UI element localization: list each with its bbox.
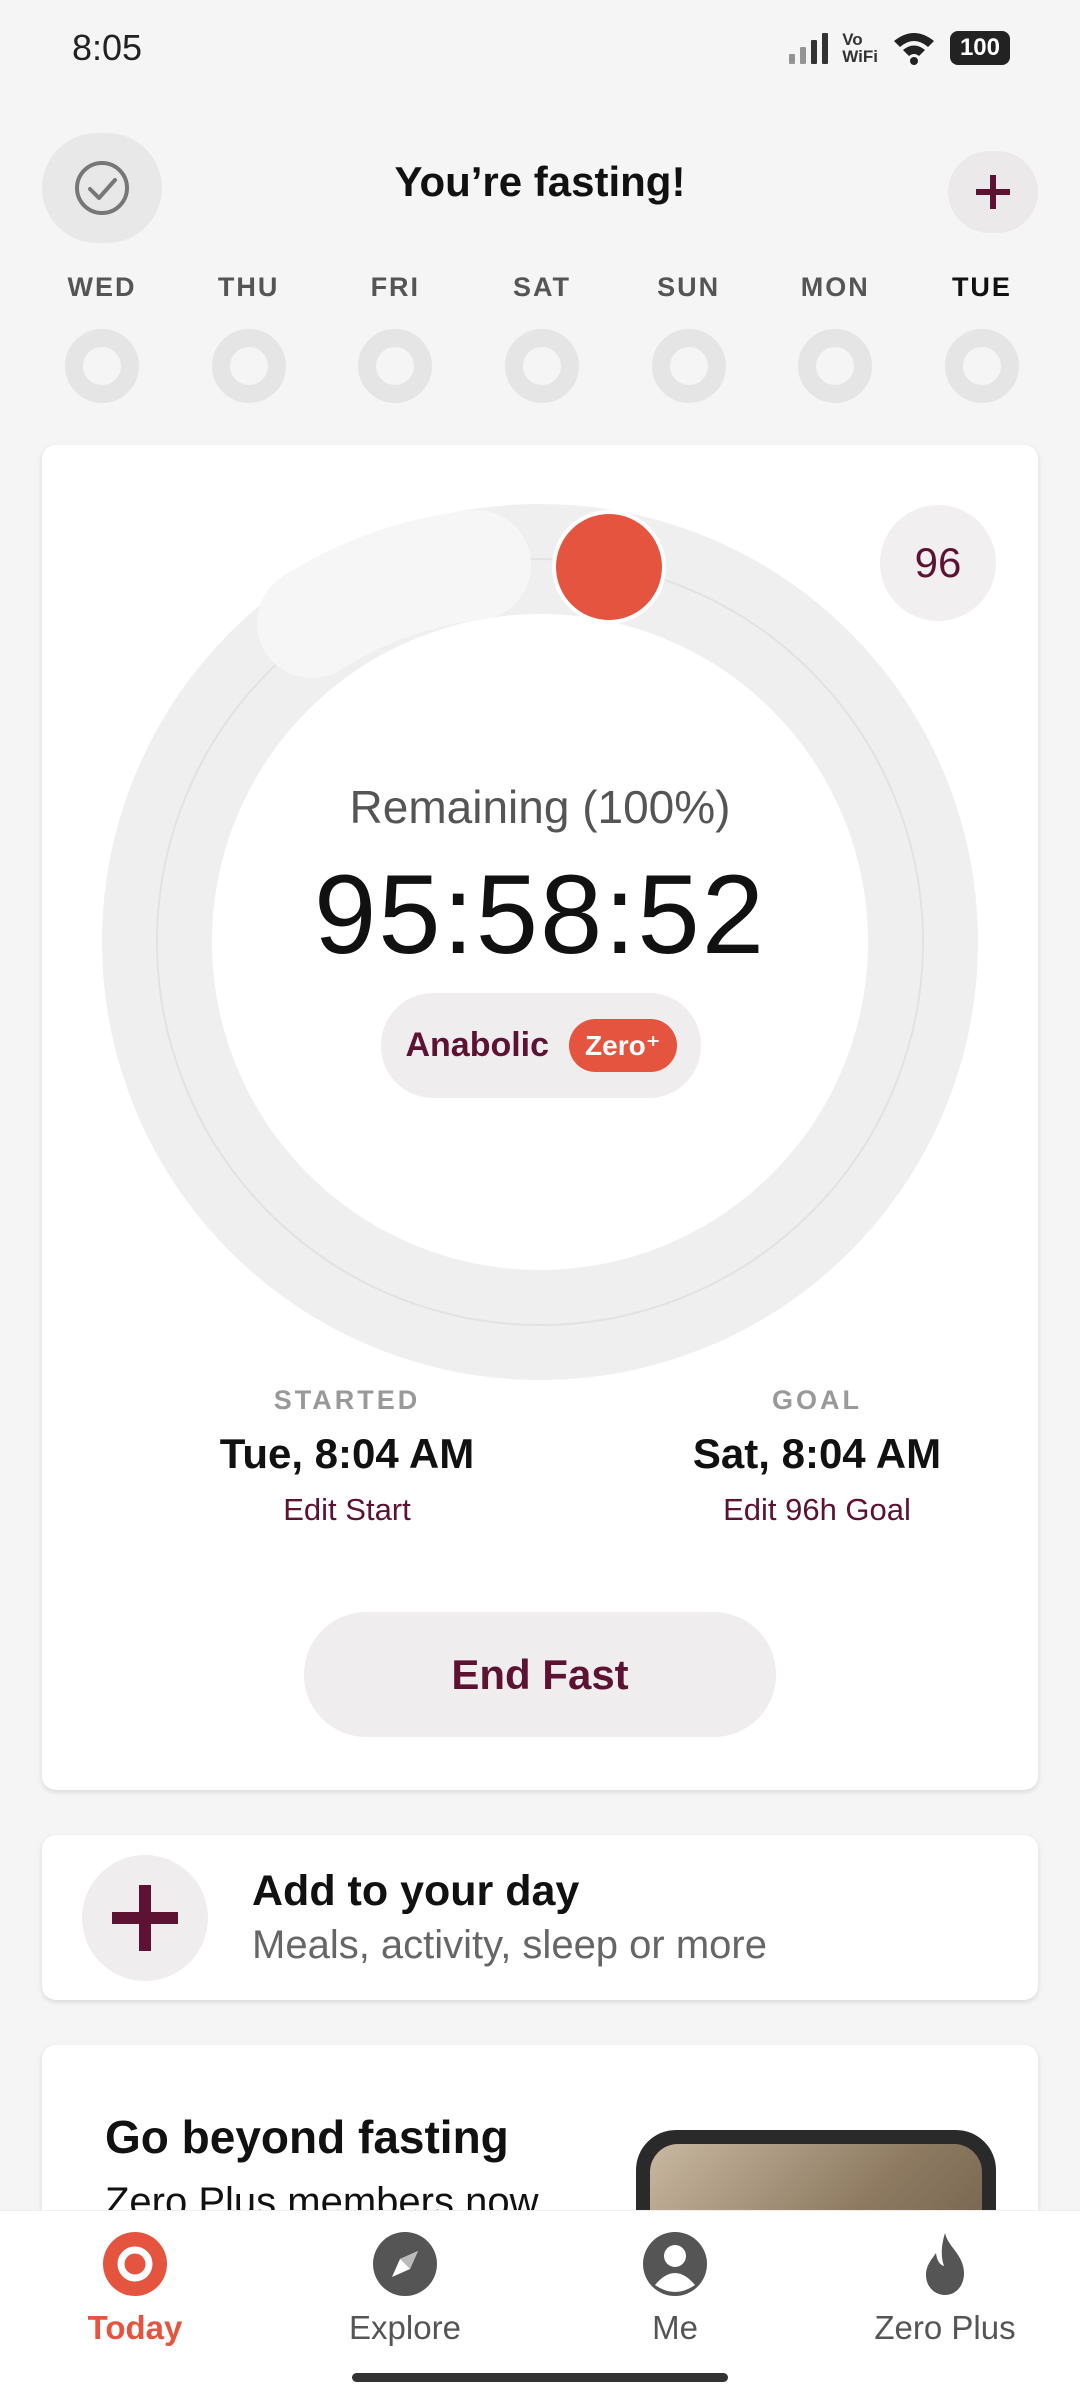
wifi-icon: [893, 32, 934, 65]
profile-icon: [643, 2232, 707, 2296]
day-progress-ring: [798, 329, 873, 403]
day-mon[interactable]: MON: [785, 272, 885, 403]
phase-pill[interactable]: Anabolic Zero⁺: [381, 993, 701, 1098]
day-thu[interactable]: THU: [199, 272, 299, 403]
day-progress-ring: [651, 329, 726, 403]
day-label: THU: [217, 272, 280, 302]
progress-handle-dot: [556, 514, 662, 620]
day-label: FRI: [370, 272, 421, 302]
edit-start-link[interactable]: Edit Start: [137, 1492, 557, 1528]
today-icon: [103, 2232, 167, 2296]
status-icons: Vo WiFi 100: [789, 29, 1010, 66]
home-indicator[interactable]: [352, 2373, 728, 2382]
promo-title: Go beyond fasting: [105, 2111, 509, 2163]
goal-info: GOAL Sat, 8:04 AM Edit 96h Goal: [607, 1385, 1027, 1528]
timer-card: 96 Remaining (100%) 95:58:52 Anabolic Ze…: [42, 445, 1038, 1790]
end-fast-button[interactable]: End Fast: [304, 1612, 776, 1737]
bottom-nav: Today Explore Me Zero Plus: [0, 2210, 1080, 2400]
week-strip: WED THU FRI SAT SUN MON TUE: [52, 272, 1032, 403]
add-to-day-button[interactable]: [82, 1855, 208, 1981]
page-title: You’re fasting!: [394, 158, 686, 205]
goal-hours-badge[interactable]: 96: [880, 505, 996, 621]
edit-goal-link[interactable]: Edit 96h Goal: [607, 1492, 1027, 1528]
add-to-day-card[interactable]: Add to your day Meals, activity, sleep o…: [42, 1835, 1038, 2000]
add-to-day-title: Add to your day: [252, 1867, 580, 1915]
compass-icon: [373, 2232, 437, 2296]
plus-icon: [976, 175, 1010, 209]
day-fri[interactable]: FRI: [345, 272, 445, 403]
flame-icon: [926, 2233, 964, 2295]
status-bar: 8:05 Vo WiFi 100: [0, 0, 1080, 95]
day-progress-ring: [211, 329, 286, 403]
header: You’re fasting!: [42, 133, 1038, 243]
countdown-timer: 95:58:52: [314, 852, 766, 977]
remaining-label: Remaining (100%): [349, 781, 731, 833]
phase-name: Anabolic: [405, 1026, 550, 1064]
started-value: Tue, 8:04 AM: [219, 1430, 475, 1477]
started-label: STARTED: [273, 1385, 421, 1415]
nav-explore-label: Explore: [349, 2309, 461, 2346]
signal-icon: [789, 32, 829, 64]
day-progress-ring: [944, 329, 1019, 403]
goal-value: Sat, 8:04 AM: [692, 1430, 942, 1477]
day-label: SAT: [512, 272, 571, 302]
day-wed[interactable]: WED: [52, 272, 152, 403]
day-tue[interactable]: TUE: [932, 272, 1032, 403]
nav-zero-plus-label: Zero Plus: [874, 2309, 1016, 2346]
day-sat[interactable]: SAT: [492, 272, 592, 403]
nav-zero-plus[interactable]: Zero Plus: [825, 2231, 1065, 2400]
plus-icon: [112, 1885, 178, 1951]
day-progress-ring: [358, 329, 433, 403]
nav-today[interactable]: Today: [15, 2231, 255, 2400]
day-sun[interactable]: SUN: [639, 272, 739, 403]
day-label: MON: [800, 272, 870, 302]
goal-label: GOAL: [772, 1385, 862, 1415]
day-label: SUN: [657, 272, 721, 302]
add-button[interactable]: [948, 151, 1038, 233]
day-label: WED: [67, 272, 137, 302]
started-info: STARTED Tue, 8:04 AM Edit Start: [137, 1385, 557, 1528]
day-label: TUE: [951, 272, 1012, 302]
battery-indicator: 100: [949, 30, 1010, 65]
status-time: 8:05: [72, 26, 143, 68]
day-progress-ring: [504, 329, 579, 403]
day-progress-ring: [65, 329, 139, 403]
add-to-day-subtitle: Meals, activity, sleep or more: [252, 1923, 767, 1967]
zero-plus-badge: Zero⁺: [569, 1019, 677, 1072]
nav-today-label: Today: [87, 2309, 183, 2346]
nav-me-label: Me: [652, 2309, 698, 2346]
vowifi-label: Vo WiFi: [842, 29, 878, 66]
